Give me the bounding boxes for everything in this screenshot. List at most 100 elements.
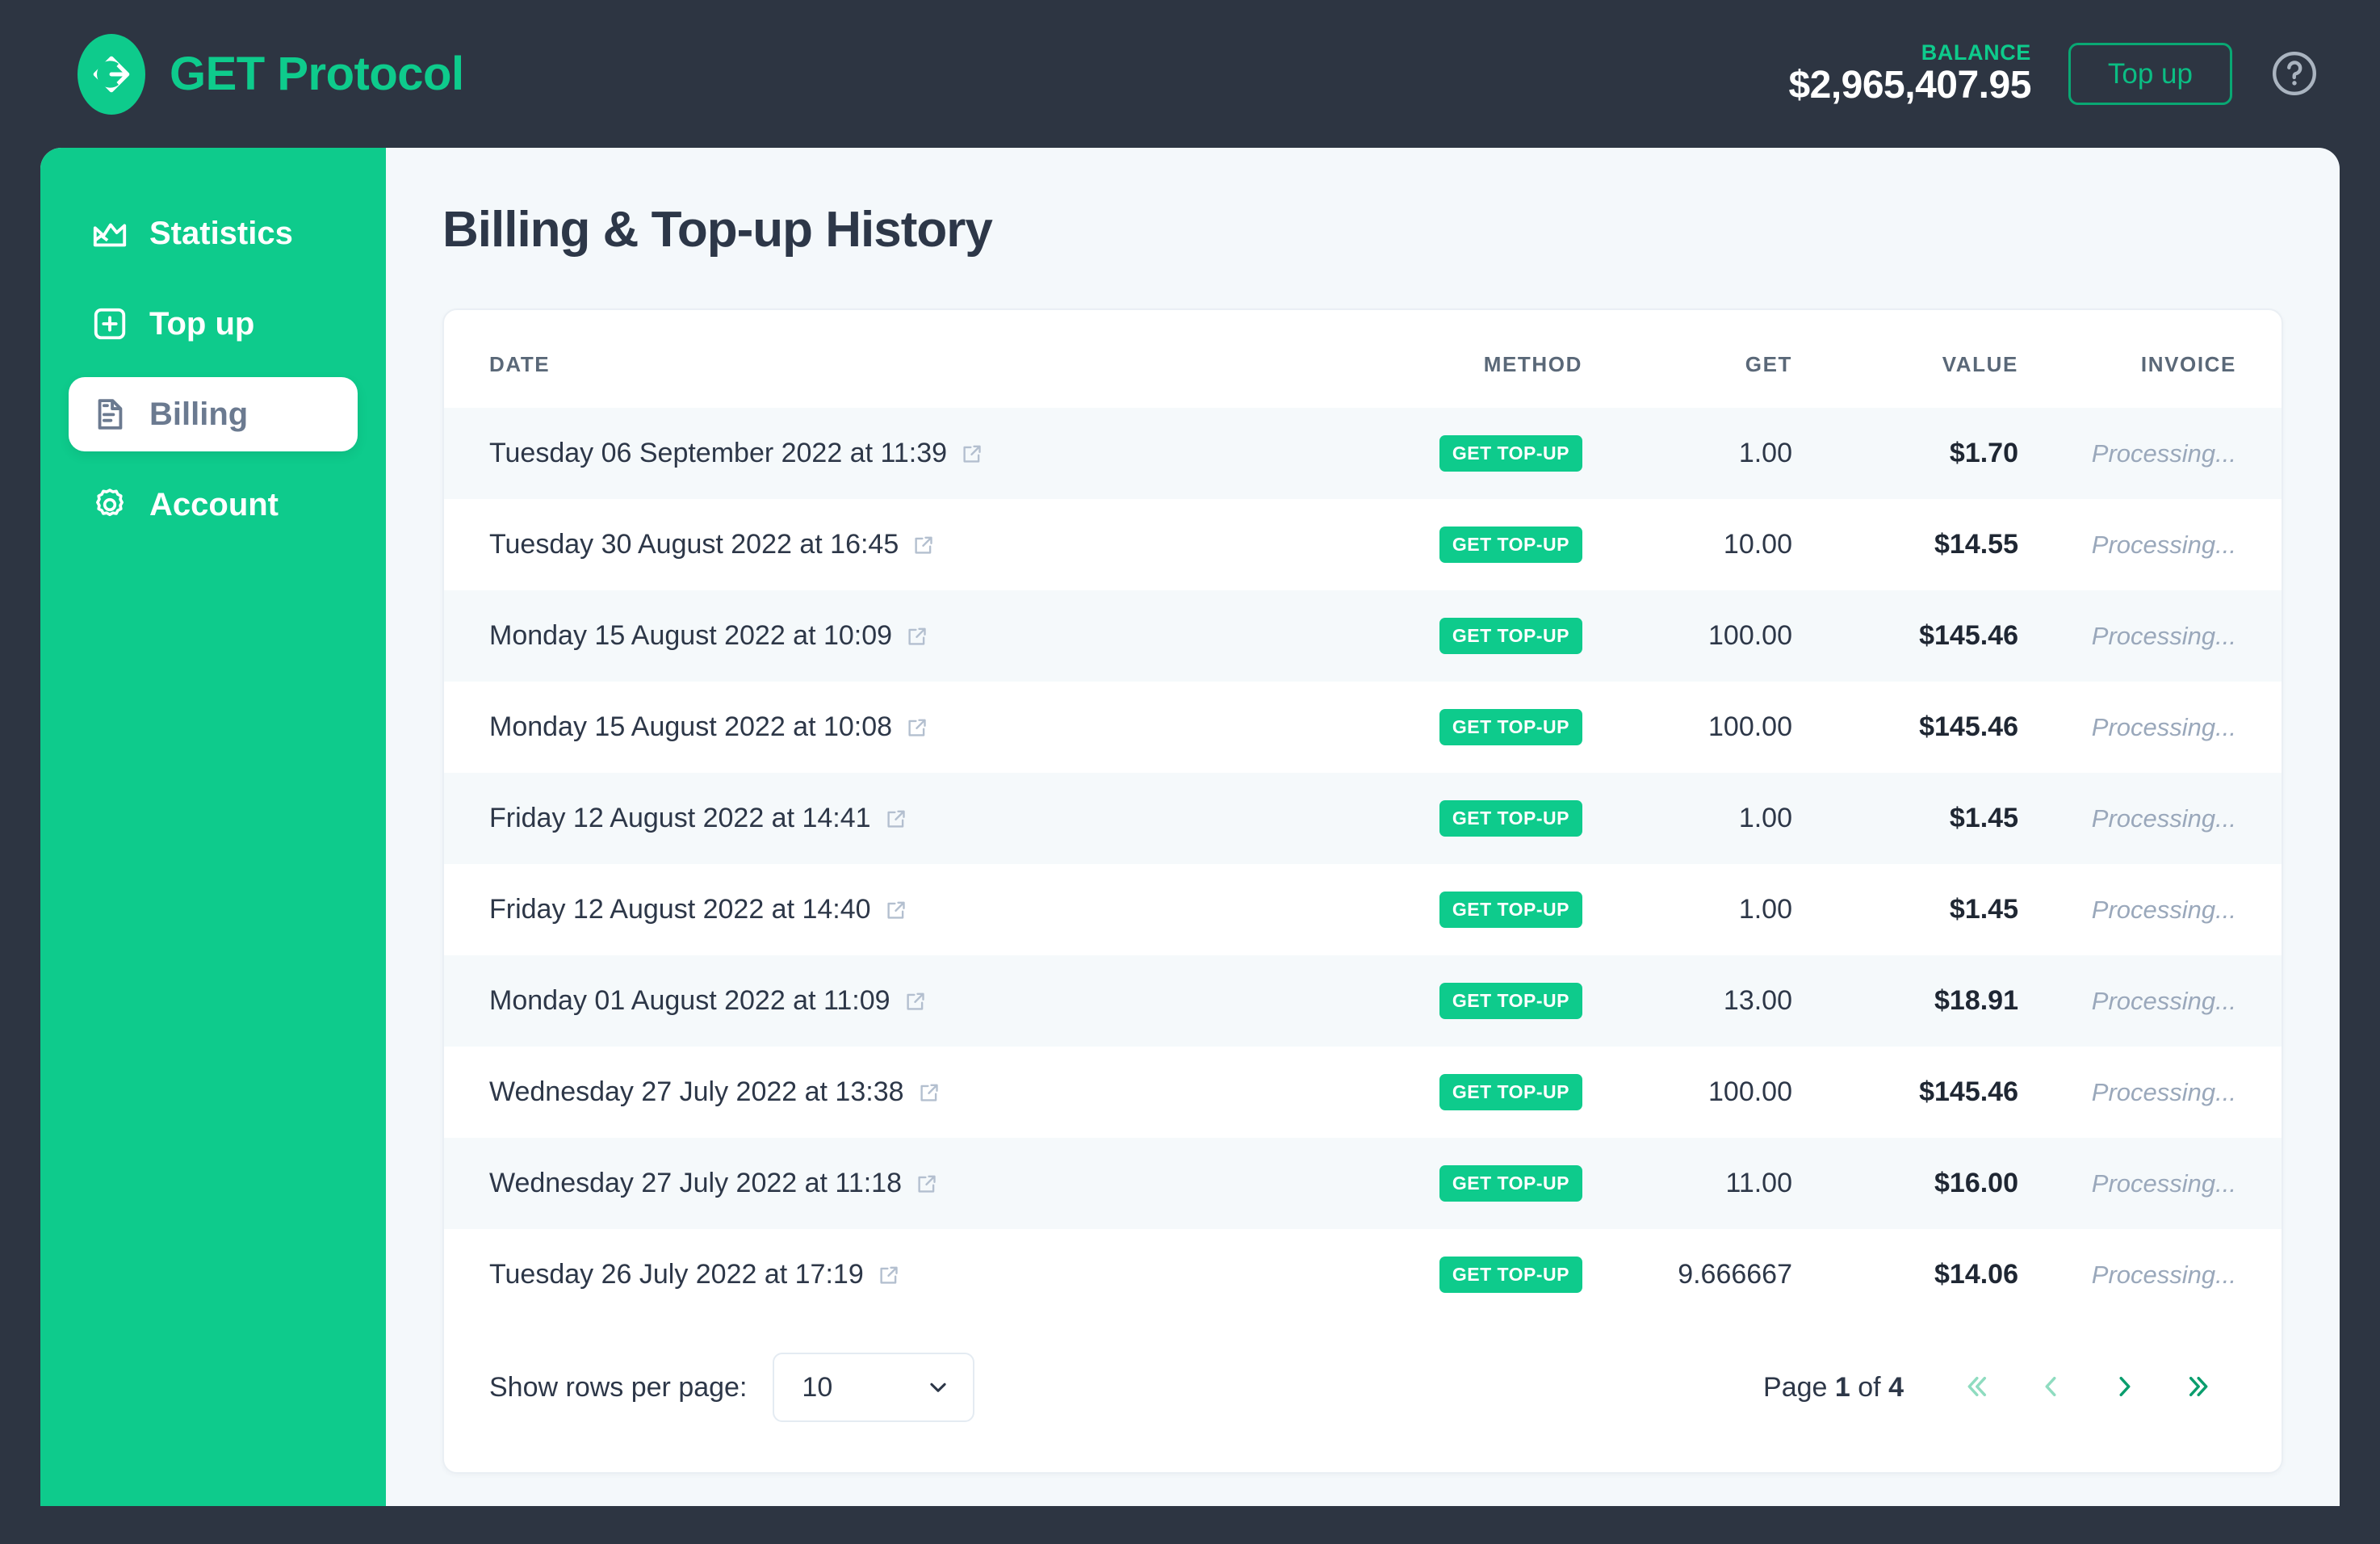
balance-label: BALANCE <box>1921 40 2031 65</box>
table-row[interactable]: Tuesday 06 September 2022 at 11:39 GET TO… <box>444 408 2282 499</box>
column-header-date: DATE <box>489 352 551 376</box>
cell-method: GET TOP-UP <box>1345 1047 1611 1138</box>
previous-page-button[interactable] <box>2013 1358 2088 1416</box>
transaction-date: Monday 15 August 2022 at 10:08 <box>489 711 893 742</box>
table-footer: Show rows per page: 10 Page 1 of 4 <box>444 1320 2282 1472</box>
table-row[interactable]: Friday 12 August 2022 at 14:41 GET TOP-UP… <box>444 773 2282 864</box>
next-page-button[interactable] <box>2088 1358 2162 1416</box>
method-badge: GET TOP-UP <box>1439 1165 1582 1202</box>
external-link-icon[interactable] <box>877 1263 901 1287</box>
cell-value: $16.00 <box>1934 1168 2018 1198</box>
billing-history-card: DATE METHOD GET VALUE INVOICE Tuesday 06… <box>442 308 2283 1474</box>
sidebar-item-label: Billing <box>149 396 249 432</box>
cell-date: Wednesday 27 July 2022 at 13:38 <box>444 1047 1345 1138</box>
transaction-date: Tuesday 26 July 2022 at 17:19 <box>489 1259 864 1290</box>
rows-per-page-value: 10 <box>802 1371 833 1403</box>
cell-invoice: Processing... <box>2091 712 2236 741</box>
document-icon <box>91 396 128 433</box>
external-link-icon[interactable] <box>905 715 929 740</box>
external-link-icon[interactable] <box>911 533 936 557</box>
transaction-date: Monday 01 August 2022 at 11:09 <box>489 985 890 1016</box>
table-row[interactable]: Monday 15 August 2022 at 10:08 GET TOP-UP… <box>444 682 2282 773</box>
brand: GET Protocol <box>78 33 464 115</box>
external-link-icon[interactable] <box>915 1172 939 1196</box>
cell-date: Monday 15 August 2022 at 10:08 <box>444 682 1345 773</box>
cell-date: Tuesday 26 July 2022 at 17:19 <box>444 1229 1345 1320</box>
method-badge: GET TOP-UP <box>1439 435 1582 472</box>
sidebar-item-account[interactable]: Account <box>69 468 358 542</box>
method-badge: GET TOP-UP <box>1439 618 1582 654</box>
pagination: Page 1 of 4 <box>1763 1358 2236 1416</box>
cell-get: 13.00 <box>1723 985 1792 1016</box>
cell-invoice: Processing... <box>2091 1260 2236 1289</box>
page-status: Page 1 of 4 <box>1763 1372 1904 1403</box>
chevrons-left-icon <box>1961 1371 1992 1404</box>
external-link-icon[interactable] <box>903 989 928 1013</box>
cell-get: 100.00 <box>1708 1076 1792 1107</box>
table-row[interactable]: Tuesday 26 July 2022 at 17:19 GET TOP-UP 9… <box>444 1229 2282 1320</box>
rows-per-page-label: Show rows per page: <box>489 1371 748 1403</box>
get-protocol-logo-icon <box>78 33 145 115</box>
cell-method: GET TOP-UP <box>1345 773 1611 864</box>
rows-per-page-control: Show rows per page: 10 <box>489 1353 975 1422</box>
page-current: 1 <box>1834 1371 1850 1403</box>
external-link-icon[interactable] <box>905 624 929 648</box>
cell-date: Wednesday 27 July 2022 at 11:18 <box>444 1138 1345 1229</box>
rows-per-page-select[interactable]: 10 <box>773 1353 975 1422</box>
table-row[interactable]: Wednesday 27 July 2022 at 11:18 GET TOP-U… <box>444 1138 2282 1229</box>
transaction-date: Wednesday 27 July 2022 at 11:18 <box>489 1168 902 1198</box>
cell-method: GET TOP-UP <box>1345 682 1611 773</box>
column-header-method: METHOD <box>1483 352 1582 376</box>
table-row[interactable]: Monday 01 August 2022 at 11:09 GET TOP-UP… <box>444 955 2282 1047</box>
page-status-middle: of <box>1850 1371 1889 1403</box>
table-row[interactable]: Tuesday 30 August 2022 at 16:45 GET TOP-U… <box>444 499 2282 590</box>
billing-history-table: DATE METHOD GET VALUE INVOICE Tuesday 06… <box>444 310 2282 1320</box>
cell-invoice: Processing... <box>2091 895 2236 924</box>
external-link-icon[interactable] <box>884 807 908 831</box>
cell-method: GET TOP-UP <box>1345 408 1611 499</box>
transaction-date: Friday 12 August 2022 at 14:41 <box>489 803 871 833</box>
sidebar-item-top-up[interactable]: Top up <box>69 287 358 361</box>
cell-value: $14.06 <box>1934 1259 2018 1290</box>
table-head: DATE METHOD GET VALUE INVOICE <box>444 310 2282 408</box>
cell-date: Monday 15 August 2022 at 10:09 <box>444 590 1345 682</box>
chevron-right-icon <box>2110 1371 2140 1404</box>
sidebar-item-statistics[interactable]: Statistics <box>69 196 358 271</box>
cell-get: 11.00 <box>1725 1168 1792 1198</box>
cell-invoice: Processing... <box>2091 1077 2236 1106</box>
column-header-invoice: INVOICE <box>2140 352 2236 376</box>
cell-get: 9.666667 <box>1678 1259 1792 1290</box>
last-page-button[interactable] <box>2162 1358 2236 1416</box>
cell-value: $145.46 <box>1919 711 2018 742</box>
column-header-get: GET <box>1745 352 1792 376</box>
cell-method: GET TOP-UP <box>1345 955 1611 1047</box>
chevron-left-icon <box>2035 1371 2066 1404</box>
question-circle-icon[interactable] <box>2269 48 2319 99</box>
top-up-button[interactable]: Top up <box>2068 42 2232 105</box>
cell-value: $18.91 <box>1934 985 2018 1016</box>
cell-date: Monday 01 August 2022 at 11:09 <box>444 955 1345 1047</box>
cell-get: 100.00 <box>1708 711 1792 742</box>
cell-get: 100.00 <box>1708 620 1792 651</box>
cell-method: GET TOP-UP <box>1345 864 1611 955</box>
method-badge: GET TOP-UP <box>1439 709 1582 745</box>
table-row[interactable]: Monday 15 August 2022 at 10:09 GET TOP-UP… <box>444 590 2282 682</box>
external-link-icon[interactable] <box>960 442 984 466</box>
cell-value: $1.70 <box>1949 438 2018 468</box>
table-row[interactable]: Wednesday 27 July 2022 at 13:38 GET TOP-U… <box>444 1047 2282 1138</box>
method-badge: GET TOP-UP <box>1439 800 1582 837</box>
transaction-date: Tuesday 30 August 2022 at 16:45 <box>489 529 899 560</box>
cell-date: Tuesday 06 September 2022 at 11:39 <box>444 408 1345 499</box>
sidebar-item-billing[interactable]: Billing <box>69 377 358 451</box>
external-link-icon[interactable] <box>917 1080 941 1105</box>
cell-get: 1.00 <box>1738 894 1792 925</box>
cell-invoice: Processing... <box>2091 803 2236 833</box>
table-row[interactable]: Friday 12 August 2022 at 14:40 GET TOP-UP… <box>444 864 2282 955</box>
method-badge: GET TOP-UP <box>1439 1074 1582 1110</box>
page-title: Billing & Top-up History <box>442 202 993 258</box>
page-status-prefix: Page <box>1763 1371 1835 1403</box>
first-page-button[interactable] <box>1939 1358 2013 1416</box>
cell-invoice: Processing... <box>2091 530 2236 559</box>
top-bar: GET Protocol BALANCE $2,965,407.95 Top u… <box>0 0 2380 148</box>
external-link-icon[interactable] <box>884 898 908 922</box>
